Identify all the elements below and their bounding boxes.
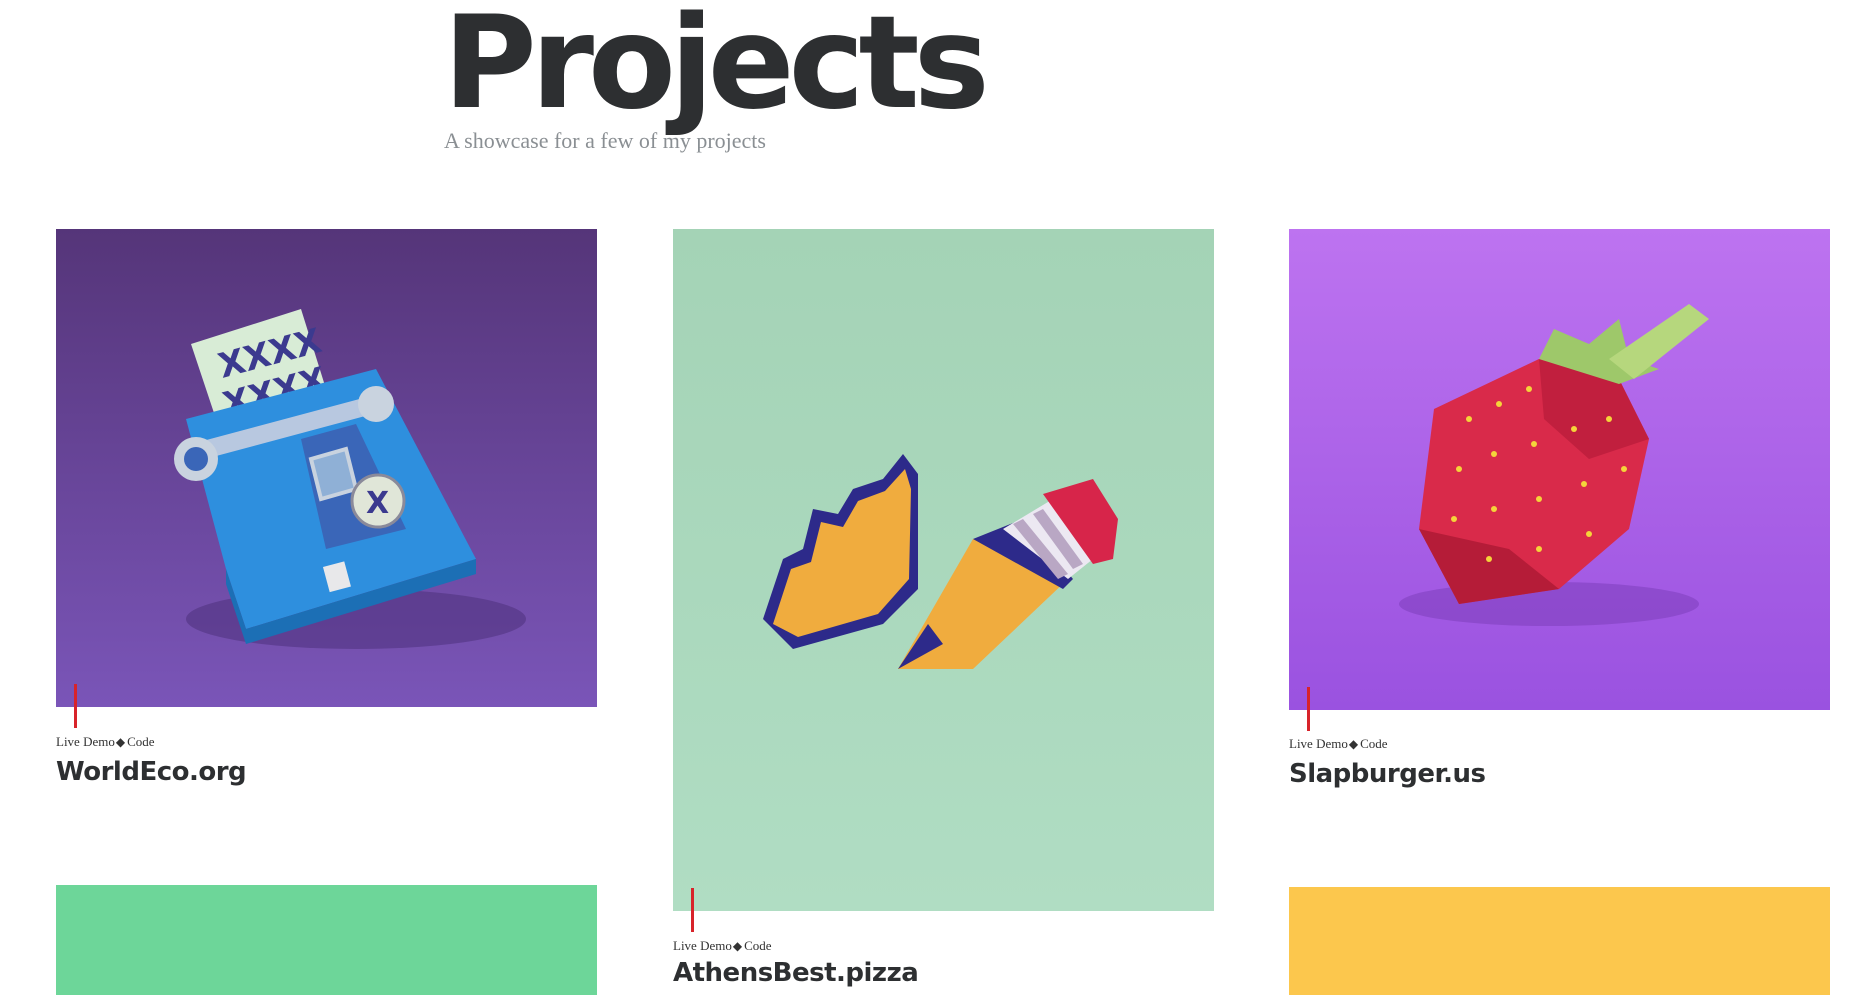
project-image-pencil[interactable] [673, 229, 1214, 911]
page-subtitle: A showcase for a few of my projects [444, 128, 766, 153]
diamond-separator-icon: ◆ [1348, 737, 1359, 751]
diamond-separator-icon: ◆ [115, 735, 126, 749]
project-title: Slapburger.us [1289, 759, 1486, 789]
project-image-strawberry[interactable] [1289, 229, 1830, 710]
typewriter-illustration: XXXX XXXX X [56, 229, 597, 707]
accent-bar [74, 684, 77, 728]
project-title: WorldEco.org [56, 757, 247, 787]
project-links: Live Demo◆ Code [673, 938, 772, 954]
svg-text:X: X [366, 486, 389, 521]
code-link[interactable]: Code [127, 734, 154, 749]
code-link[interactable]: Code [744, 938, 771, 953]
project-image-typewriter[interactable]: XXXX XXXX X [56, 229, 597, 707]
accent-bar [1307, 687, 1310, 731]
diamond-separator-icon: ◆ [732, 939, 743, 953]
project-title: AthensBest.pizza [673, 958, 919, 988]
project-image-yellow[interactable] [1289, 887, 1830, 995]
code-link[interactable]: Code [1360, 736, 1387, 751]
accent-bar [691, 888, 694, 932]
strawberry-illustration [1289, 229, 1830, 710]
page-title: Projects [443, 0, 990, 138]
project-links: Live Demo◆ Code [56, 734, 155, 750]
project-image-green[interactable] [56, 885, 597, 995]
live-demo-link[interactable]: Live Demo [1289, 736, 1348, 751]
live-demo-link[interactable]: Live Demo [673, 938, 732, 953]
project-links: Live Demo◆ Code [1289, 736, 1388, 752]
live-demo-link[interactable]: Live Demo [56, 734, 115, 749]
pencil-illustration [673, 229, 1214, 911]
